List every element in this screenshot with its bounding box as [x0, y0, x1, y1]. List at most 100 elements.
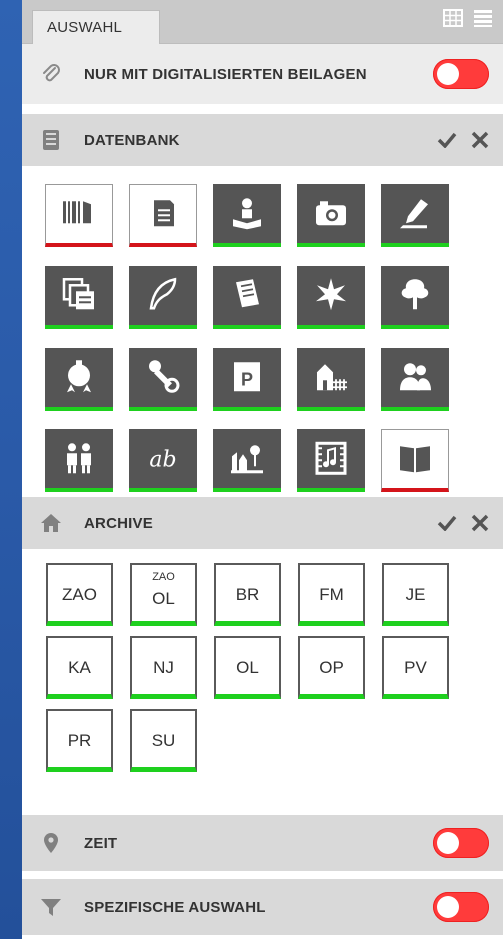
archive-code-label: ZAO [62, 585, 97, 604]
location-pin-icon [44, 833, 58, 853]
selection-panel: AUSWAHL NUR MIT DIGITALISIERTEN BEILAGEN [22, 0, 503, 939]
close-icon[interactable] [471, 514, 489, 532]
archive-code-button[interactable]: ZAO [46, 563, 113, 626]
database-tile-tree[interactable] [381, 265, 449, 329]
tab-auswahl[interactable]: AUSWAHL [32, 10, 160, 44]
archive-code-prefix: ZAO [152, 571, 175, 583]
people-icon [400, 363, 431, 391]
database-tile-handwriting[interactable]: ab [129, 429, 197, 493]
archive-code-label: OL [152, 589, 175, 608]
database-tile-stacked-documents[interactable] [45, 265, 113, 329]
database-tile-seal[interactable] [45, 347, 113, 411]
stacked-documents-icon [62, 278, 94, 310]
archive-codes: ZAO ZAO OL BR FM JE KA NJ OL OP PV PR SU [22, 549, 503, 815]
book-icon [400, 446, 430, 473]
star-burst-icon [316, 278, 346, 311]
archive-header: ARCHIVE [22, 497, 503, 549]
seal-icon [67, 360, 91, 393]
database-tile-people[interactable] [381, 347, 449, 411]
database-header: DATENBANK [22, 114, 503, 166]
archive-code-button[interactable]: JE [382, 563, 449, 626]
time-row: ZEIT [22, 815, 503, 871]
database-title: DATENBANK [84, 131, 180, 149]
svg-text:P: P [241, 369, 253, 389]
svg-text:ab: ab [149, 447, 176, 472]
archive-code-button[interactable]: SU [130, 709, 197, 772]
database-tile-house-fence[interactable] [297, 347, 365, 411]
archive-code-button[interactable]: PV [382, 636, 449, 699]
film-music-icon [315, 441, 347, 475]
view-toggle-group [443, 8, 493, 28]
database-tile-scroll[interactable] [213, 265, 281, 329]
close-icon[interactable] [471, 131, 489, 149]
divider [22, 871, 503, 879]
house-fence-icon [317, 364, 347, 391]
database-actions [437, 131, 489, 149]
list-view-icon[interactable] [473, 8, 493, 28]
home-icon [41, 514, 61, 532]
digitized-attachments-label: NUR MIT DIGITALISIERTEN BEILAGEN [84, 65, 367, 83]
archive-code-label: NJ [153, 658, 174, 677]
database-tile-pen[interactable] [381, 184, 449, 247]
archive-code-button[interactable]: NJ [130, 636, 197, 699]
archive-code-button[interactable]: PR [46, 709, 113, 772]
landscape-icon [231, 445, 263, 474]
barcode-icon [63, 201, 91, 224]
archive-code-label: JE [405, 585, 426, 604]
database-tile-star-burst[interactable] [297, 265, 365, 329]
archive-code-button[interactable]: BR [214, 563, 281, 626]
stamp-icon [149, 360, 180, 393]
database-tile-reading-person[interactable] [213, 184, 281, 247]
toggle-knob [437, 896, 459, 918]
camera-icon [316, 200, 346, 225]
check-icon[interactable] [437, 132, 457, 148]
database-tile-film-music[interactable] [297, 429, 365, 493]
divider [22, 104, 503, 114]
feather-icon [149, 277, 177, 310]
tree-icon [401, 279, 429, 310]
archive-code-label: KA [68, 658, 91, 677]
time-label: ZEIT [84, 834, 118, 852]
file-cabinet-icon [43, 130, 59, 150]
database-tile-children[interactable] [45, 429, 113, 493]
archive-code-label: PV [404, 658, 427, 677]
toggle-knob [437, 832, 459, 854]
paperclip-icon [43, 64, 60, 82]
database-tile-barcode[interactable] [45, 184, 113, 247]
database-tile-camera[interactable] [297, 184, 365, 247]
database-tile-stamp[interactable] [129, 347, 197, 411]
archive-code-button[interactable]: OP [298, 636, 365, 699]
archive-code-label: OP [319, 658, 344, 677]
children-icon [67, 443, 91, 474]
specific-selection-row: SPEZIFISCHE AUSWAHL [22, 879, 503, 935]
digitized-attachments-toggle[interactable] [433, 59, 489, 89]
archive-code-button[interactable]: ZAO OL [130, 563, 197, 626]
toggle-knob [437, 63, 459, 85]
archive-title: ARCHIVE [84, 514, 153, 532]
specific-selection-toggle[interactable] [433, 892, 489, 922]
time-toggle[interactable] [433, 828, 489, 858]
database-grid: Pab [22, 166, 503, 497]
file-cabinet-icon [154, 200, 174, 227]
archive-code-label: PR [67, 731, 92, 750]
database-tile-file-cabinet[interactable] [129, 184, 197, 247]
database-tile-landscape[interactable] [213, 429, 281, 493]
check-icon[interactable] [437, 515, 457, 531]
grid-view-icon[interactable] [443, 8, 463, 28]
archive-actions [437, 514, 489, 532]
database-tile-poster[interactable]: P [213, 347, 281, 411]
handwriting-icon: ab [149, 447, 176, 472]
archive-code-button[interactable]: FM [298, 563, 365, 626]
specific-selection-label: SPEZIFISCHE AUSWAHL [84, 898, 266, 916]
filter-icon [41, 899, 61, 916]
archive-code-button[interactable]: KA [46, 636, 113, 699]
reading-person-icon [233, 197, 261, 229]
scroll-icon [236, 279, 259, 308]
tab-bar: AUSWAHL [22, 0, 503, 44]
database-tile-book[interactable] [381, 429, 449, 493]
archive-code-label: FM [319, 585, 344, 604]
archive-code-label: SU [151, 731, 176, 750]
database-tile-feather[interactable] [129, 265, 197, 329]
archive-code-label: OL [236, 658, 259, 677]
archive-code-button[interactable]: OL [214, 636, 281, 699]
